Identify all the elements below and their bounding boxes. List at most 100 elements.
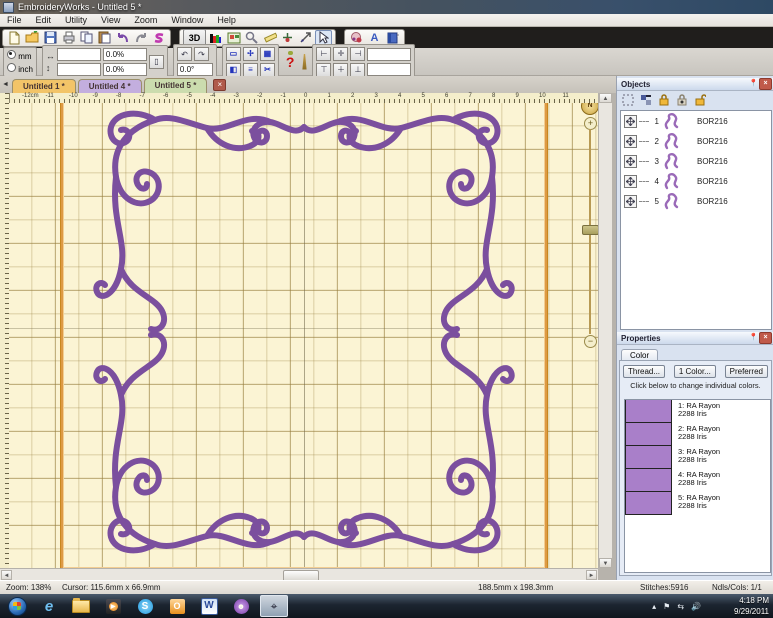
center-button[interactable]: ✢	[243, 47, 258, 61]
show-hidden-icon[interactable]: ▴	[652, 602, 656, 611]
start-button[interactable]	[4, 596, 30, 616]
pos-y-field[interactable]	[367, 63, 411, 76]
color-action-button[interactable]: Thread...	[623, 365, 665, 378]
scroll-right-icon[interactable]: ►	[586, 570, 597, 580]
object-thumbnail[interactable]	[661, 172, 687, 190]
monogram-icon[interactable]	[150, 30, 167, 46]
move-center-v-button[interactable]: ＋	[333, 63, 348, 77]
scroll-left-icon[interactable]: ◄	[1, 570, 12, 580]
color-swatch[interactable]	[625, 400, 672, 423]
word-icon[interactable]: W	[196, 596, 222, 616]
color-row[interactable]: 1: RA Rayon 2288 Iris	[625, 400, 770, 423]
cleanup-tool-icon[interactable]	[301, 54, 307, 70]
tab-scroll-left-icon[interactable]: ◄	[2, 81, 9, 88]
pin-icon[interactable]: 📍	[749, 80, 757, 88]
vertical-scrollbar[interactable]: ▲ ▼	[598, 93, 612, 568]
object-thumbnail[interactable]	[661, 152, 687, 170]
object-row[interactable]: 3 BOR216	[621, 151, 771, 171]
object-thumbnail[interactable]	[661, 132, 687, 150]
unit-mm-radio[interactable]: mm	[7, 50, 33, 61]
document-tab[interactable]: Untitled 4 *	[78, 79, 142, 93]
width-percent-field[interactable]: 0.0%	[103, 48, 147, 61]
menu-item[interactable]: Help	[210, 15, 243, 25]
save-icon[interactable]	[42, 30, 59, 46]
move-handle-icon[interactable]	[624, 115, 637, 128]
color-row[interactable]: 2: RA Rayon 2288 Iris	[625, 423, 770, 446]
rotate-left-button[interactable]: ↶	[177, 47, 192, 61]
width-field[interactable]	[57, 48, 101, 61]
move-handle-icon[interactable]	[624, 195, 637, 208]
menu-item[interactable]: View	[94, 15, 127, 25]
lock-icon[interactable]	[657, 93, 671, 106]
color-swatch[interactable]	[625, 469, 672, 492]
object-thumbnail[interactable]	[661, 192, 687, 210]
menu-item[interactable]: Edit	[29, 15, 59, 25]
new-icon[interactable]	[6, 30, 23, 46]
undo-icon[interactable]	[114, 30, 131, 46]
object-row[interactable]: 4 BOR216	[621, 171, 771, 191]
help-pointer-icon[interactable]: ?	[284, 54, 297, 70]
color-swatch[interactable]	[625, 492, 672, 515]
document-tab[interactable]: Untitled 1 *	[12, 79, 76, 93]
menu-item[interactable]: Zoom	[127, 15, 164, 25]
properties-close-icon[interactable]: ×	[759, 332, 772, 344]
design-canvas[interactable]: N + −	[9, 103, 598, 568]
distribute-button[interactable]: ≡	[243, 63, 258, 77]
document-tab[interactable]: Untitled 5 *	[144, 78, 208, 93]
move-handle-icon[interactable]	[624, 135, 637, 148]
move-left-button[interactable]: ⊢	[316, 47, 331, 61]
copy-icon[interactable]	[78, 30, 95, 46]
scroll-down-icon[interactable]: ▼	[599, 558, 612, 568]
rotate-right-button[interactable]: ↷	[194, 47, 209, 61]
paste-icon[interactable]	[96, 30, 113, 46]
unit-inch-radio[interactable]: inch	[7, 63, 33, 74]
object-row[interactable]: 1 BOR216	[621, 111, 771, 131]
menu-item[interactable]: File	[0, 15, 29, 25]
color-swatch[interactable]	[625, 446, 672, 469]
aspect-lock-button[interactable]: ▯	[149, 55, 164, 69]
height-field[interactable]	[57, 63, 101, 76]
zoom-slider-handle[interactable]	[582, 225, 598, 235]
move-handle-icon[interactable]	[624, 155, 637, 168]
internet-explorer-icon[interactable]: e	[36, 596, 62, 616]
mirror-v-button[interactable]: ◧	[226, 63, 241, 77]
outlook-icon[interactable]: O	[164, 596, 190, 616]
pos-x-field[interactable]	[367, 48, 411, 61]
object-row[interactable]: 2 BOR216	[621, 131, 771, 151]
color-row[interactable]: 5: RA Rayon 2288 Iris	[625, 492, 770, 515]
move-center-h-button[interactable]: ✛	[333, 47, 348, 61]
clock[interactable]: 4:18 PM 9/29/2011	[734, 595, 769, 617]
objects-close-icon[interactable]: ×	[759, 78, 772, 90]
color-swatch[interactable]	[625, 423, 672, 446]
object-row[interactable]: 5 BOR216	[621, 191, 771, 211]
mirror-h-button[interactable]: ▭	[226, 47, 241, 61]
embroidery-design[interactable]	[65, 103, 543, 561]
menu-item[interactable]: Window	[164, 15, 210, 25]
print-icon[interactable]	[60, 30, 77, 46]
origin-tool-icon[interactable]	[279, 30, 296, 46]
color-row[interactable]: 3: RA Rayon 2288 Iris	[625, 446, 770, 469]
select-all-icon[interactable]	[621, 93, 635, 106]
move-right-button[interactable]: ⊣	[350, 47, 365, 61]
group-objects-icon[interactable]	[639, 93, 653, 106]
grid-center-button[interactable]: ▦	[260, 47, 275, 61]
color-action-button[interactable]: Preferred	[725, 365, 768, 378]
unlock-icon[interactable]	[693, 93, 707, 106]
compass-icon[interactable]: N	[581, 103, 598, 115]
lock-marked-icon[interactable]	[675, 93, 689, 106]
skype-icon[interactable]: S	[132, 596, 158, 616]
move-bottom-button[interactable]: ⊥	[350, 63, 365, 77]
redo-icon[interactable]	[132, 30, 149, 46]
windows-explorer-icon[interactable]	[68, 596, 94, 616]
move-top-button[interactable]: ⊤	[316, 63, 331, 77]
stitch-edit-icon[interactable]	[297, 30, 314, 46]
zoom-out-icon[interactable]: −	[584, 335, 597, 348]
open-icon[interactable]	[24, 30, 41, 46]
menu-item[interactable]: Utility	[58, 15, 94, 25]
height-percent-field[interactable]: 0.0%	[103, 63, 147, 76]
color-row[interactable]: 4: RA Rayon 2288 Iris	[625, 469, 770, 492]
title-bar[interactable]: EmbroideryWorks - Untitled 5 *	[0, 0, 773, 14]
move-handle-icon[interactable]	[624, 175, 637, 188]
angle-field[interactable]: 0.0°	[177, 63, 213, 76]
action-center-icon[interactable]: ⚑	[663, 602, 670, 611]
